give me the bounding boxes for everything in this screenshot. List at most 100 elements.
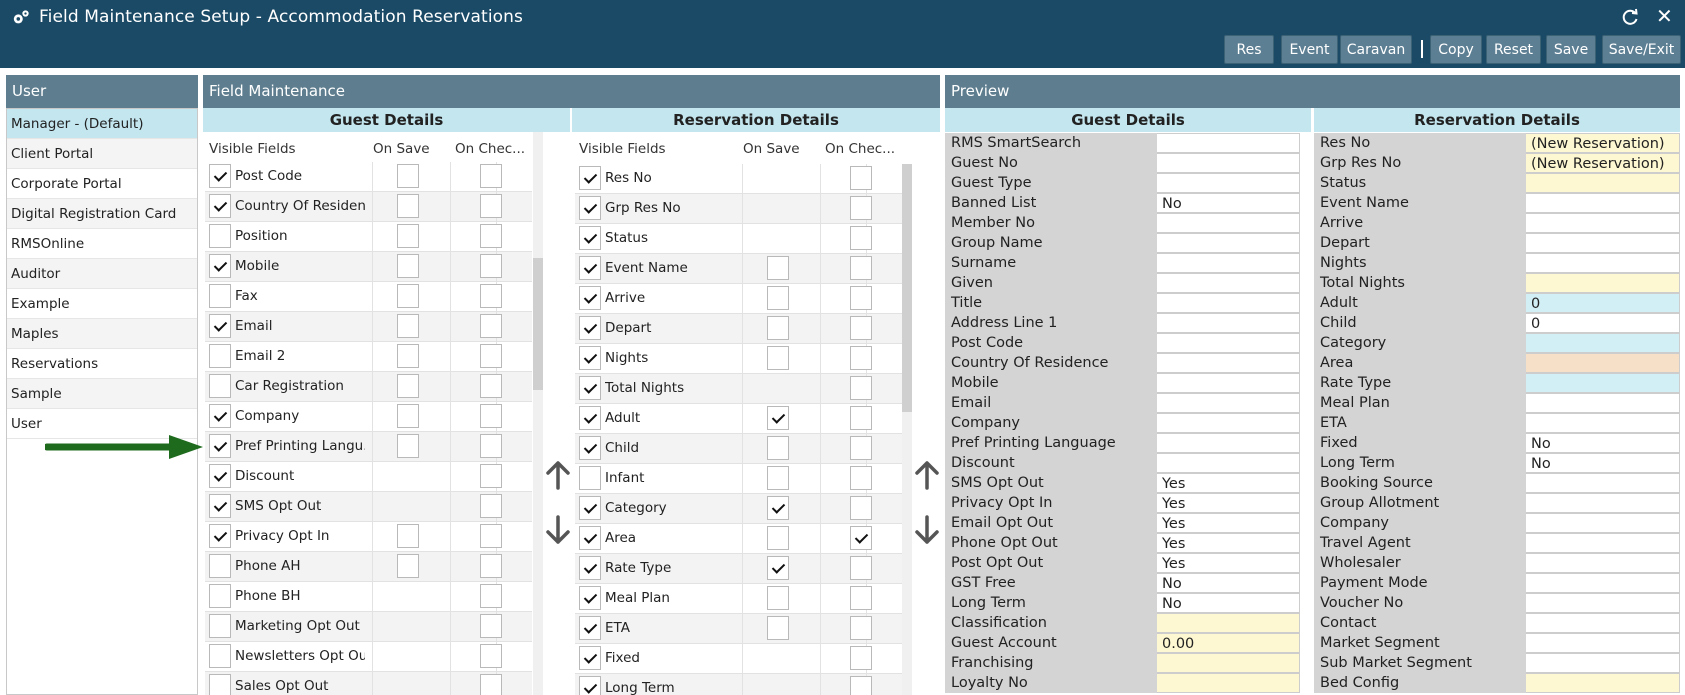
on-save-checkbox[interactable]: [397, 554, 419, 578]
on-checkin-checkbox[interactable]: [850, 526, 872, 550]
preview-field-value[interactable]: [1526, 333, 1680, 353]
visible-checkbox[interactable]: [579, 586, 601, 610]
visible-checkbox[interactable]: [209, 524, 231, 548]
preview-field-value[interactable]: [1526, 653, 1680, 673]
on-checkin-checkbox[interactable]: [850, 196, 872, 220]
preview-field-value[interactable]: 0: [1526, 313, 1680, 333]
preview-field-value[interactable]: [1157, 413, 1300, 433]
visible-checkbox[interactable]: [579, 286, 601, 310]
preview-field-value[interactable]: [1526, 493, 1680, 513]
visible-checkbox[interactable]: [209, 374, 231, 398]
on-save-checkbox[interactable]: [397, 224, 419, 248]
on-checkin-checkbox[interactable]: [480, 434, 502, 458]
on-save-checkbox[interactable]: [397, 194, 419, 218]
reservation-scrollbar[interactable]: [902, 164, 912, 695]
on-checkin-checkbox[interactable]: [850, 166, 872, 190]
preview-field-value[interactable]: (New Reservation): [1526, 133, 1680, 153]
on-checkin-checkbox[interactable]: [480, 224, 502, 248]
visible-checkbox[interactable]: [579, 406, 601, 430]
on-save-checkbox[interactable]: [397, 374, 419, 398]
on-checkin-checkbox[interactable]: [850, 586, 872, 610]
preview-field-value[interactable]: [1157, 233, 1300, 253]
visible-checkbox[interactable]: [209, 344, 231, 368]
visible-checkbox[interactable]: [579, 466, 601, 490]
preview-field-value[interactable]: 0: [1526, 293, 1680, 313]
user-list-item[interactable]: Digital Registration Card: [7, 199, 197, 229]
preview-field-value[interactable]: [1157, 213, 1300, 233]
on-checkin-checkbox[interactable]: [480, 554, 502, 578]
preview-field-value[interactable]: [1157, 153, 1300, 173]
visible-checkbox[interactable]: [209, 644, 231, 668]
preview-field-value[interactable]: 0.00: [1157, 633, 1300, 653]
on-save-checkbox[interactable]: [767, 256, 789, 280]
on-checkin-checkbox[interactable]: [850, 286, 872, 310]
toolbar-button-copy[interactable]: Copy: [1430, 35, 1482, 64]
on-save-checkbox[interactable]: [767, 496, 789, 520]
preview-field-value[interactable]: [1157, 393, 1300, 413]
on-checkin-checkbox[interactable]: [850, 376, 872, 400]
visible-checkbox[interactable]: [579, 376, 601, 400]
preview-field-value[interactable]: [1526, 173, 1680, 193]
user-list-item[interactable]: Corporate Portal: [7, 169, 197, 199]
visible-checkbox[interactable]: [209, 404, 231, 428]
visible-checkbox[interactable]: [209, 674, 231, 695]
visible-checkbox[interactable]: [209, 284, 231, 308]
on-checkin-checkbox[interactable]: [480, 674, 502, 695]
on-save-checkbox[interactable]: [767, 286, 789, 310]
on-save-checkbox[interactable]: [397, 284, 419, 308]
visible-checkbox[interactable]: [209, 584, 231, 608]
on-checkin-checkbox[interactable]: [850, 436, 872, 460]
preview-move-down-icon[interactable]: [914, 515, 940, 545]
visible-checkbox[interactable]: [579, 166, 601, 190]
visible-checkbox[interactable]: [209, 614, 231, 638]
visible-checkbox[interactable]: [579, 196, 601, 220]
on-save-checkbox[interactable]: [397, 314, 419, 338]
preview-field-value[interactable]: No: [1157, 193, 1300, 213]
on-save-checkbox[interactable]: [397, 404, 419, 428]
on-checkin-checkbox[interactable]: [480, 614, 502, 638]
preview-field-value[interactable]: Yes: [1157, 473, 1300, 493]
preview-field-value[interactable]: [1526, 513, 1680, 533]
preview-field-value[interactable]: No: [1526, 433, 1680, 453]
refresh-icon[interactable]: [1620, 7, 1640, 27]
user-list-item[interactable]: Client Portal: [7, 139, 197, 169]
visible-checkbox[interactable]: [209, 494, 231, 518]
on-checkin-checkbox[interactable]: [850, 406, 872, 430]
preview-field-value[interactable]: No: [1157, 573, 1300, 593]
preview-field-value[interactable]: [1157, 373, 1300, 393]
close-icon[interactable]: ✕: [1656, 4, 1673, 28]
preview-field-value[interactable]: [1157, 293, 1300, 313]
preview-field-value[interactable]: [1526, 533, 1680, 553]
on-checkin-checkbox[interactable]: [480, 404, 502, 428]
preview-field-value[interactable]: [1526, 413, 1680, 433]
on-checkin-checkbox[interactable]: [850, 256, 872, 280]
reservation-scrollbar-thumb[interactable]: [902, 164, 912, 412]
preview-field-value[interactable]: [1526, 233, 1680, 253]
preview-field-value[interactable]: No: [1157, 593, 1300, 613]
preview-field-value[interactable]: [1526, 593, 1680, 613]
on-checkin-checkbox[interactable]: [850, 496, 872, 520]
preview-field-value[interactable]: [1526, 673, 1680, 693]
on-save-checkbox[interactable]: [767, 586, 789, 610]
on-save-checkbox[interactable]: [767, 466, 789, 490]
visible-checkbox[interactable]: [209, 194, 231, 218]
toolbar-button-event[interactable]: Event: [1281, 35, 1338, 64]
on-checkin-checkbox[interactable]: [850, 316, 872, 340]
preview-field-value[interactable]: [1157, 653, 1300, 673]
on-checkin-checkbox[interactable]: [850, 346, 872, 370]
visible-checkbox[interactable]: [209, 464, 231, 488]
preview-field-value[interactable]: Yes: [1157, 553, 1300, 573]
preview-field-value[interactable]: [1157, 133, 1300, 153]
guest-scrollbar[interactable]: [533, 132, 543, 695]
on-checkin-checkbox[interactable]: [850, 676, 872, 695]
move-up-icon[interactable]: [545, 460, 571, 490]
preview-field-value[interactable]: [1157, 453, 1300, 473]
on-checkin-checkbox[interactable]: [480, 164, 502, 188]
visible-checkbox[interactable]: [579, 316, 601, 340]
preview-field-value[interactable]: [1526, 573, 1680, 593]
move-down-icon[interactable]: [545, 515, 571, 545]
preview-field-value[interactable]: [1157, 173, 1300, 193]
on-checkin-checkbox[interactable]: [480, 314, 502, 338]
on-checkin-checkbox[interactable]: [850, 226, 872, 250]
user-list-item[interactable]: Manager - (Default): [7, 109, 197, 139]
